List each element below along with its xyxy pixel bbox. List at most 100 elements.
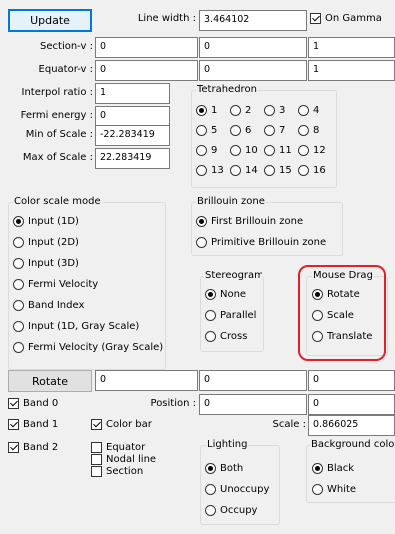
section-v-field-2[interactable]: 0 (199, 37, 307, 58)
brillouin-zone-title: Brillouin zone (196, 196, 266, 208)
tetrahedron-option-label: 9 (211, 145, 218, 156)
tetrahedron-option-label: 11 (279, 145, 292, 156)
radio-dot (312, 463, 323, 474)
update-button[interactable]: Update (8, 9, 92, 32)
color-scale-radio-7[interactable]: Fermi Velocity (Gray Scale) (13, 341, 163, 354)
checkbox-box (91, 442, 102, 453)
lighting-radio-1[interactable]: Both (205, 462, 243, 475)
lighting-radio-3[interactable]: Occupy (205, 504, 257, 517)
color-scale-radio-6[interactable]: Input (1D, Gray Scale) (13, 320, 139, 333)
tetrahedron-radio-9[interactable]: 9 (196, 144, 217, 157)
band-2-checkbox[interactable]: Band 2 (8, 441, 58, 454)
section-v-field-3[interactable]: 1 (308, 37, 395, 58)
background-radio-1[interactable]: Black (312, 462, 354, 475)
tetrahedron-radio-3[interactable]: 3 (264, 104, 285, 117)
radio-dot (230, 145, 241, 156)
background-radio-2[interactable]: White (312, 483, 356, 496)
band-1-checkbox[interactable]: Band 1 (8, 418, 58, 431)
color-scale-radio-2[interactable]: Input (2D) (13, 236, 79, 249)
section-checkbox[interactable]: Section (91, 465, 143, 478)
tetrahedron-radio-1[interactable]: 1 (196, 104, 217, 117)
tetrahedron-radio-8[interactable]: 8 (298, 124, 319, 137)
tetrahedron-radio-15[interactable]: 15 (264, 164, 292, 177)
checkbox-box (310, 13, 321, 24)
max-scale-field[interactable]: 22.283419 (95, 148, 170, 169)
tetrahedron-radio-2[interactable]: 2 (230, 104, 251, 117)
color-bar-checkbox[interactable]: Color bar (91, 418, 152, 431)
scale-label: Scale : (272, 419, 306, 430)
tetrahedron-radio-14[interactable]: 14 (230, 164, 258, 177)
color-scale-radio-1[interactable]: Input (1D) (13, 215, 79, 228)
tetrahedron-radio-10[interactable]: 10 (230, 144, 258, 157)
color-scale-radio-3[interactable]: Input (3D) (13, 257, 79, 270)
band-2-label: Band 2 (23, 442, 59, 453)
checkbox-box (8, 442, 19, 453)
radio-dot (205, 484, 216, 495)
radio-dot (196, 237, 207, 248)
radio-dot (230, 105, 241, 116)
brillouin-option-label: Primitive Brillouin zone (211, 237, 327, 248)
interpol-ratio-field[interactable]: 1 (95, 83, 170, 104)
tetrahedron-option-label: 6 (245, 125, 252, 136)
stereogram-radio-2[interactable]: Parallel (205, 309, 256, 322)
position-field-2[interactable]: 0 (308, 394, 395, 415)
color-scale-mode-title: Color scale mode (13, 196, 102, 208)
radio-dot (264, 105, 275, 116)
tetrahedron-option-label: 15 (279, 165, 292, 176)
position-field-1[interactable]: 0 (199, 394, 307, 415)
rotate-field-1[interactable]: 0 (95, 370, 198, 391)
band-0-checkbox[interactable]: Band 0 (8, 397, 58, 410)
tetrahedron-option-label: 2 (245, 105, 252, 116)
radio-dot (298, 125, 309, 136)
scale-field[interactable]: 0.866025 (308, 415, 395, 436)
tetrahedron-option-label: 7 (279, 125, 286, 136)
tetrahedron-radio-12[interactable]: 12 (298, 144, 326, 157)
tetrahedron-option-label: 16 (313, 165, 326, 176)
tetrahedron-radio-5[interactable]: 5 (196, 124, 217, 137)
tetrahedron-radio-13[interactable]: 13 (196, 164, 224, 177)
rotate-field-2[interactable]: 0 (199, 370, 307, 391)
tetrahedron-radio-6[interactable]: 6 (230, 124, 251, 137)
color-scale-radio-5[interactable]: Band Index (13, 299, 84, 312)
highlight-annotation (298, 265, 386, 361)
checkbox-box (8, 398, 19, 409)
tetrahedron-option-label: 13 (211, 165, 224, 176)
stereogram-option-label: Cross (220, 331, 248, 342)
lighting-radio-2[interactable]: Unoccupy (205, 483, 269, 496)
min-scale-field[interactable]: -22.283419 (95, 125, 170, 146)
equator-v-field-3[interactable]: 1 (308, 60, 395, 81)
stereogram-option-label: Parallel (220, 310, 257, 321)
color-scale-option-label: Fermi Velocity (Gray Scale) (28, 342, 164, 353)
brillouin-radio-2[interactable]: Primitive Brillouin zone (196, 236, 326, 249)
radio-dot (13, 216, 24, 227)
brillouin-radio-1[interactable]: First Brillouin zone (196, 215, 303, 228)
equator-v-field-2[interactable]: 0 (199, 60, 307, 81)
color-scale-radio-4[interactable]: Fermi Velocity (13, 278, 98, 291)
radio-dot (298, 165, 309, 176)
radio-dot (298, 145, 309, 156)
section-v-field-1[interactable]: 0 (95, 37, 198, 58)
radio-dot (13, 258, 24, 269)
background-option-label: White (327, 484, 357, 495)
rotate-field-3[interactable]: 0 (308, 370, 395, 391)
stereogram-radio-3[interactable]: Cross (205, 330, 247, 343)
lighting-option-label: Unoccupy (220, 484, 270, 495)
tetrahedron-radio-16[interactable]: 16 (298, 164, 326, 177)
tetrahedron-radio-4[interactable]: 4 (298, 104, 319, 117)
radio-dot (196, 216, 207, 227)
radio-dot (205, 289, 216, 300)
rotate-button[interactable]: Rotate (8, 370, 92, 392)
radio-dot (196, 145, 207, 156)
fermi-energy-field[interactable]: 0 (95, 106, 170, 127)
fermi-energy-label: Fermi energy : (20, 110, 93, 121)
lighting-option-label: Both (220, 463, 244, 474)
equator-v-field-1[interactable]: 0 (95, 60, 198, 81)
tetrahedron-radio-11[interactable]: 11 (264, 144, 292, 157)
line-width-field[interactable]: 3.464102 (199, 10, 307, 31)
on-gamma-checkbox[interactable]: On Gamma (310, 12, 382, 25)
radio-dot (13, 321, 24, 332)
stereogram-radio-1[interactable]: None (205, 288, 246, 301)
tetrahedron-radio-7[interactable]: 7 (264, 124, 285, 137)
radio-dot (196, 125, 207, 136)
lighting-title: Lighting (206, 439, 249, 451)
